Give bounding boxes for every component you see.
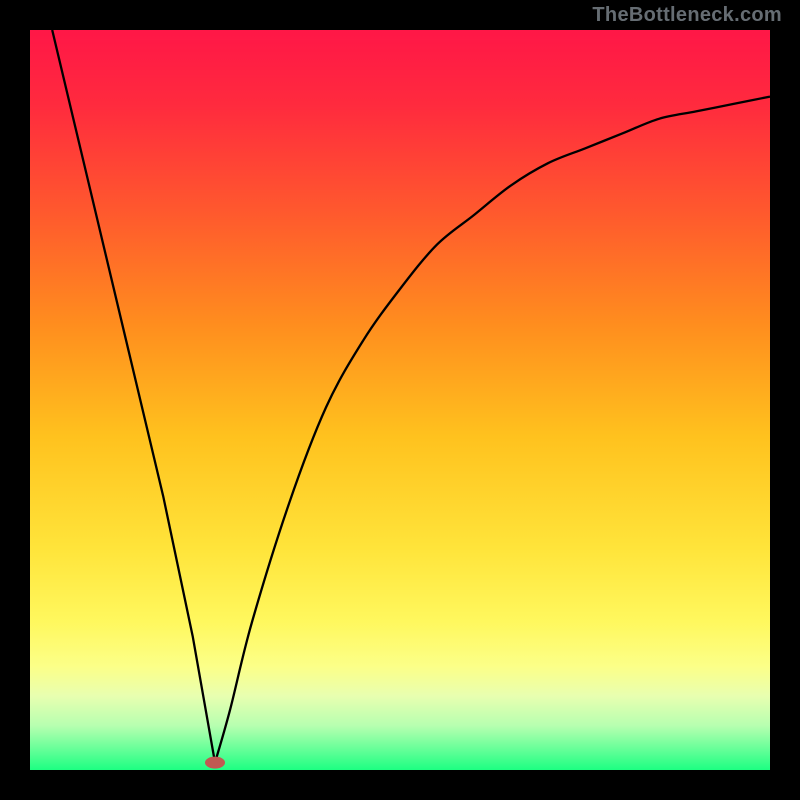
chart-frame: TheBottleneck.com (0, 0, 800, 800)
watermark-text: TheBottleneck.com (592, 4, 782, 27)
bottleneck-curve (30, 30, 770, 770)
minimum-marker (205, 757, 225, 769)
plot-area (30, 30, 770, 770)
